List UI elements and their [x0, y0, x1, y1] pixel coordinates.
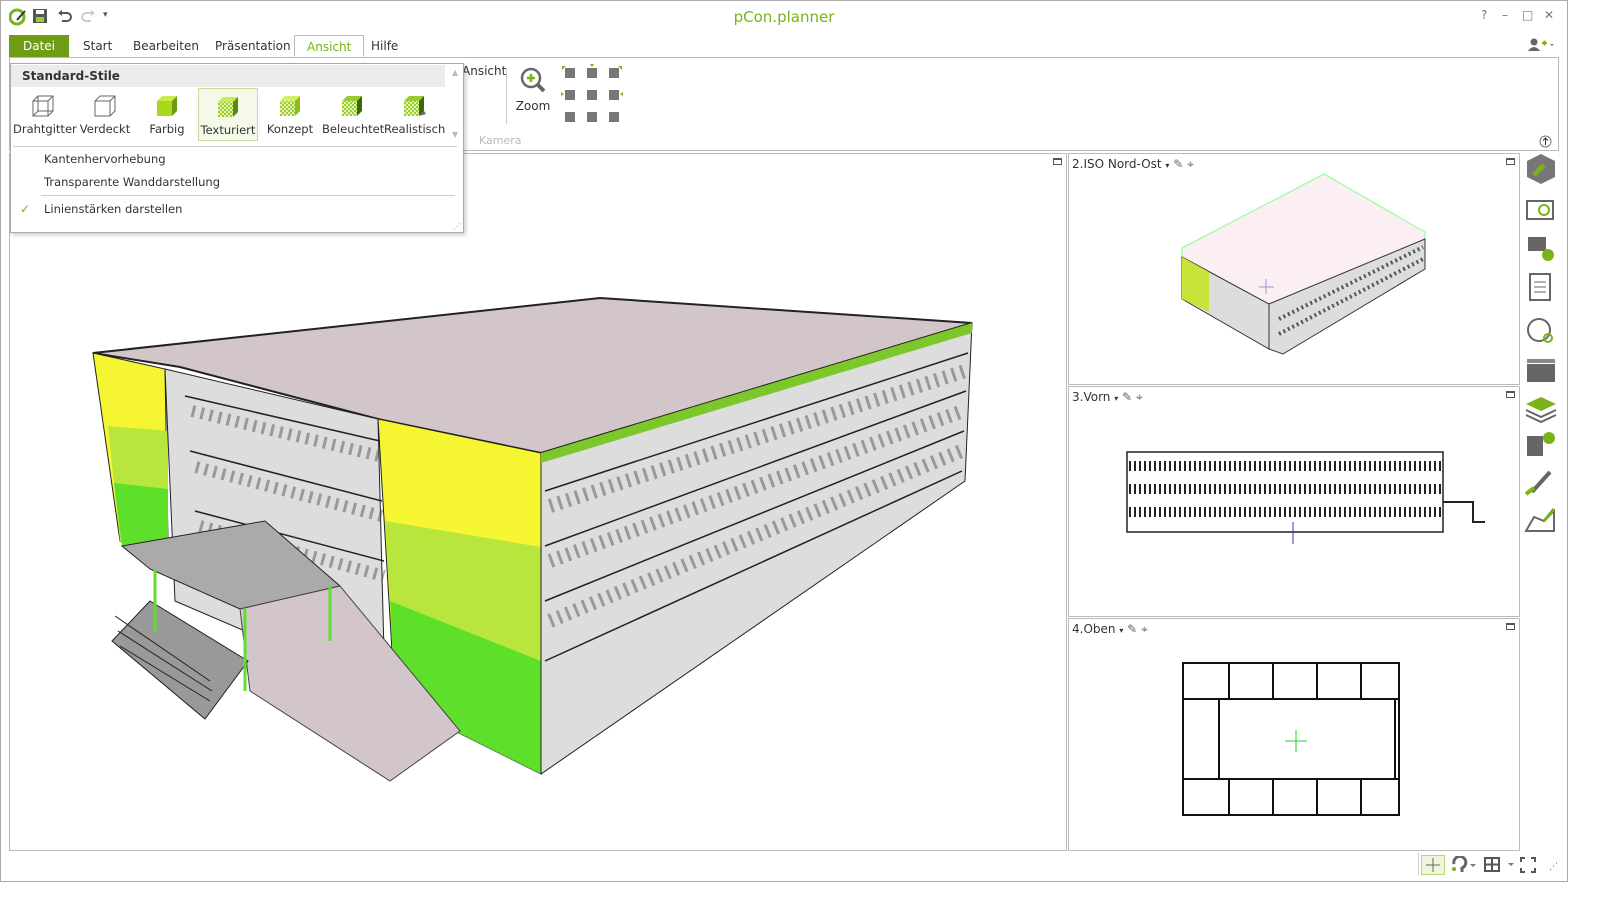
resize-grip-icon[interactable]: ⋰ — [453, 222, 461, 231]
zoom-icon — [515, 66, 551, 99]
catalog-search-icon[interactable] — [1524, 195, 1560, 227]
ribbon-ansicht-label: Ansicht — [462, 64, 507, 78]
globe-search-icon[interactable] — [1524, 316, 1560, 348]
style-beleuchtet[interactable]: Beleuchtet — [322, 88, 384, 141]
storage-box-icon[interactable] — [1524, 356, 1560, 388]
viewport-layout-icon[interactable] — [1484, 857, 1516, 876]
concept-cube-icon — [278, 94, 302, 118]
realistic-cube-icon — [402, 94, 426, 118]
paint-pipette-icon[interactable] — [1524, 466, 1560, 498]
iso-render — [1181, 173, 1426, 355]
option-kantenhervorhebung[interactable]: Kantenhervorhebung — [44, 152, 166, 166]
viewport-main[interactable] — [9, 153, 1067, 851]
minimize-button[interactable]: – — [1502, 8, 1508, 22]
add-user-icon[interactable] — [1528, 38, 1554, 55]
material-config-icon[interactable] — [1524, 428, 1560, 460]
visual-styles-dropdown: Standard-Stile Drahtgitter Verdeckt Farb… — [10, 63, 464, 233]
check-icon: ✓ — [20, 202, 31, 216]
help-button[interactable]: ? — [1481, 8, 1487, 22]
gallery-scroll-down[interactable]: ▼ — [452, 130, 458, 139]
divider — [13, 146, 457, 147]
viewport-oben[interactable]: 4.Oben ▾ ✎ ⌖ — [1068, 618, 1520, 851]
tab-start[interactable]: Start — [71, 35, 124, 57]
navigation-mode-button[interactable] — [1421, 855, 1445, 875]
fullscreen-icon[interactable] — [1520, 857, 1536, 876]
lit-cube-icon — [340, 94, 364, 118]
tab-hilfe[interactable]: Hilfe — [359, 35, 410, 57]
style-realistisch[interactable]: Realistisch — [384, 88, 445, 141]
zoom-label: Zoom — [515, 99, 551, 113]
dropdown-header: Standard-Stile — [11, 65, 445, 87]
ribbon-group-camera: Kamera — [479, 134, 522, 147]
article-config-icon[interactable] — [1524, 233, 1560, 265]
divider — [41, 195, 455, 196]
option-linienstaerken-darstellen[interactable]: Linienstärken darstellen — [44, 202, 182, 216]
ribbon-separator — [506, 68, 507, 124]
resize-grip-icon[interactable]: ⋰ — [1549, 862, 1558, 872]
gallery-scroll-up[interactable]: ▲ — [452, 68, 458, 77]
layers-icon[interactable] — [1524, 392, 1560, 424]
front-elevation-render — [1126, 451, 1485, 544]
settings-cube-icon[interactable] — [1524, 153, 1560, 185]
floor-plan-render — [1182, 662, 1400, 816]
textured-cube-icon — [216, 95, 240, 119]
viewport-vorn[interactable]: 3.Vorn ▾ ✎ ⌖ — [1068, 386, 1520, 617]
terrain-icon[interactable] — [1524, 503, 1560, 535]
style-texturiert[interactable]: Texturiert — [198, 88, 258, 141]
colored-cube-icon — [155, 94, 179, 118]
wireframe-cube-icon — [31, 94, 55, 118]
style-konzept[interactable]: Konzept — [260, 88, 320, 141]
style-farbig[interactable]: Farbig — [137, 88, 197, 141]
style-drahtgitter[interactable]: Drahtgitter — [13, 88, 77, 141]
app-title: pCon.planner — [733, 8, 835, 26]
collapse-ribbon-icon[interactable] — [1539, 135, 1552, 151]
tab-datei[interactable]: Datei — [9, 35, 69, 57]
close-button[interactable]: ✕ — [1544, 8, 1554, 22]
tab-ansicht[interactable]: Ansicht — [294, 35, 365, 57]
viewport-iso-nord-ost[interactable]: 2.ISO Nord-Ost ▾ ✎ ⌖ — [1068, 153, 1520, 385]
style-verdeckt[interactable]: Verdeckt — [75, 88, 135, 141]
maximize-button[interactable]: □ — [1522, 8, 1533, 22]
building-3d-render — [92, 296, 973, 782]
camera-view-buttons[interactable] — [560, 64, 630, 129]
zoom-button[interactable]: Zoom — [515, 66, 551, 113]
hidden-cube-icon — [93, 94, 117, 118]
snap-magnet-icon[interactable] — [1450, 854, 1478, 877]
option-transparente-wanddarstellung[interactable]: Transparente Wanddarstellung — [44, 175, 220, 189]
tab-bearbeiten[interactable]: Bearbeiten — [121, 35, 211, 57]
tab-praesentation[interactable]: Präsentation — [203, 35, 303, 57]
article-list-icon[interactable] — [1524, 272, 1560, 304]
status-divider — [1418, 853, 1419, 875]
